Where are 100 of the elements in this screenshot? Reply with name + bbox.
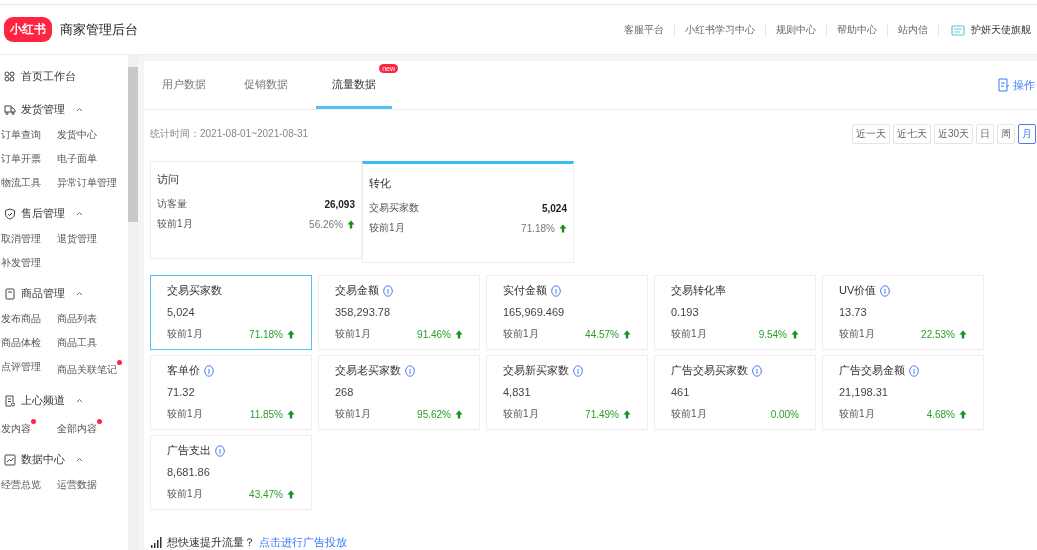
menu-item[interactable]: 异常订单管理 — [57, 176, 117, 190]
period-button[interactable]: 近一天 — [851, 124, 890, 144]
menu-item[interactable]: 点评管理 — [1, 360, 41, 377]
header-link[interactable]: 站内信 — [888, 22, 938, 37]
metric-value: 21,198.31 — [839, 386, 889, 398]
metric-value: 26,093 — [324, 198, 355, 210]
menu-item[interactable]: 发内容 — [1, 419, 36, 436]
period-button[interactable]: 日 — [976, 124, 994, 144]
metric-value: 0.193 — [671, 306, 700, 318]
caret-up-icon — [76, 107, 83, 112]
card-title: 转化 — [369, 176, 392, 191]
menu-group[interactable]: 售后管理 — [0, 204, 128, 223]
metric-card[interactable]: 交易新买家数 4,831 较前1月 71.49% — [486, 355, 648, 430]
change-percent: 22.53% — [921, 328, 955, 340]
caret-up-icon — [76, 457, 83, 462]
metric-title: 广告支出 — [167, 443, 211, 458]
summary-card[interactable]: 访问 访客量 26,093 较前1月 56.26% — [150, 161, 362, 259]
change-percent: 9.54% — [758, 328, 787, 340]
menu-item[interactable]: 发布商品 — [1, 312, 41, 326]
compare-label: 较前1月 — [335, 407, 371, 421]
header-link[interactable]: 规则中心 — [766, 22, 826, 37]
menu-group[interactable]: 上心频道 — [0, 391, 128, 410]
summary-card[interactable]: 转化 交易买家数 5,024 较前1月 71.18% — [362, 161, 574, 263]
caret-up-icon — [76, 398, 83, 403]
change-percent: 44.57% — [585, 328, 619, 340]
app-title: 商家管理后台 — [60, 20, 138, 39]
metric-card[interactable]: 交易金额 358,293.78 较前1月 91.46% — [318, 275, 480, 350]
header-link[interactable]: 帮助中心 — [827, 22, 887, 37]
menu-item[interactable]: 订单查询 — [1, 128, 41, 142]
metric-value: 461 — [671, 386, 691, 398]
tab[interactable]: 用户数据 — [152, 77, 216, 109]
compare-label: 较前1月 — [157, 217, 193, 231]
menu-item[interactable]: 全部内容 — [57, 419, 102, 436]
menu-item[interactable]: 商品工具 — [57, 336, 97, 350]
document-icon — [4, 287, 16, 300]
header-link[interactable]: 小红书学习中心 — [675, 22, 765, 37]
change-percent: 43.47% — [249, 488, 283, 500]
menu-item[interactable]: 发货中心 — [57, 128, 97, 142]
period-button[interactable]: 月 — [1018, 124, 1036, 144]
compare-label: 较前1月 — [369, 221, 405, 235]
scrollbar[interactable] — [128, 55, 138, 550]
change-percent: 95.62% — [417, 408, 451, 420]
change-percent: 71.18% — [249, 328, 283, 340]
home-menu-item[interactable]: 首页工作台 — [0, 65, 128, 88]
shield-icon — [4, 207, 16, 220]
change-percent: 11.85% — [249, 408, 283, 420]
menu-item[interactable]: 物流工具 — [1, 176, 41, 190]
metric-card[interactable]: 广告支出 8,681.86 较前1月 43.47% — [150, 435, 312, 510]
caret-up-icon — [76, 211, 83, 216]
menu-item[interactable]: 运营数据 — [57, 478, 97, 492]
metric-value: 5,024 — [167, 306, 196, 318]
metric-title: 广告交易金额 — [839, 363, 905, 378]
guide-link[interactable]: 操作 — [998, 77, 1037, 93]
menu-item[interactable]: 商品体检 — [1, 336, 41, 350]
caret-up-icon — [76, 291, 83, 296]
menu-item[interactable]: 订单开票 — [1, 152, 41, 166]
compare-label: 较前1月 — [167, 487, 203, 501]
document-icon — [998, 78, 1010, 92]
metric-card[interactable]: UV价值 13.73 较前1月 22.53% — [822, 275, 984, 350]
metric-card[interactable]: 交易买家数 5,024 较前1月 71.18% — [150, 275, 312, 350]
period-button[interactable]: 周 — [997, 124, 1015, 144]
metric-card[interactable]: 广告交易买家数 461 较前1月 0.00% — [654, 355, 816, 430]
metric-value: 71.32 — [167, 386, 196, 398]
menu-item[interactable]: 经营总览 — [1, 478, 41, 492]
menu-item[interactable]: 补发管理 — [1, 256, 41, 270]
metric-card[interactable]: 交易转化率 0.193 较前1月 9.54% — [654, 275, 816, 350]
grid-icon — [4, 71, 15, 82]
metric-title: 交易新买家数 — [503, 363, 569, 378]
metric-card[interactable]: 实付金额 165,969.469 较前1月 44.57% — [486, 275, 648, 350]
period-button[interactable]: 近30天 — [933, 124, 973, 144]
menu-item[interactable]: 商品列表 — [57, 312, 97, 326]
header-link[interactable]: 客服平台 — [614, 22, 674, 37]
menu-group[interactable]: 商品管理 — [0, 284, 128, 303]
metric-title: 实付金额 — [503, 283, 547, 298]
period-button[interactable]: 近七天 — [892, 124, 931, 144]
metric-card[interactable]: 广告交易金额 21,198.31 较前1月 4.68% — [822, 355, 984, 430]
metric-title: 交易转化率 — [671, 283, 726, 298]
compare-label: 较前1月 — [503, 407, 539, 421]
app-logo[interactable]: 小红书 — [4, 17, 52, 42]
compare-label: 较前1月 — [167, 407, 203, 421]
menu-item[interactable]: 退货管理 — [57, 232, 97, 246]
store-name[interactable]: 护妍天使旗舰 — [965, 22, 1037, 37]
change-percent: 0.00% — [770, 408, 799, 420]
metric-card[interactable]: 交易老买家数 268 较前1月 95.62% — [318, 355, 480, 430]
metric-title: 广告交易买家数 — [671, 363, 748, 378]
menu-item[interactable]: 商品关联笔记 — [57, 360, 122, 377]
metric-value: 5,024 — [541, 202, 567, 214]
metric-card[interactable]: 客单价 71.32 较前1月 11.85% — [150, 355, 312, 430]
document-icon — [4, 394, 16, 407]
menu-group[interactable]: 数据中心 — [0, 450, 128, 469]
change-percent: 56.26% — [309, 218, 343, 230]
change-percent: 4.68% — [926, 408, 955, 420]
tab[interactable]: 促销数据 — [234, 77, 298, 109]
menu-item[interactable]: 电子面单 — [57, 152, 97, 166]
menu-group[interactable]: 发货管理 — [0, 100, 128, 119]
scrollbar-thumb[interactable] — [128, 67, 138, 222]
ad-link[interactable]: 点击进行广告投放 — [259, 535, 347, 550]
menu-item[interactable]: 取消管理 — [1, 232, 41, 246]
compare-label: 较前1月 — [335, 327, 371, 341]
metric-value: 13.73 — [839, 306, 868, 318]
